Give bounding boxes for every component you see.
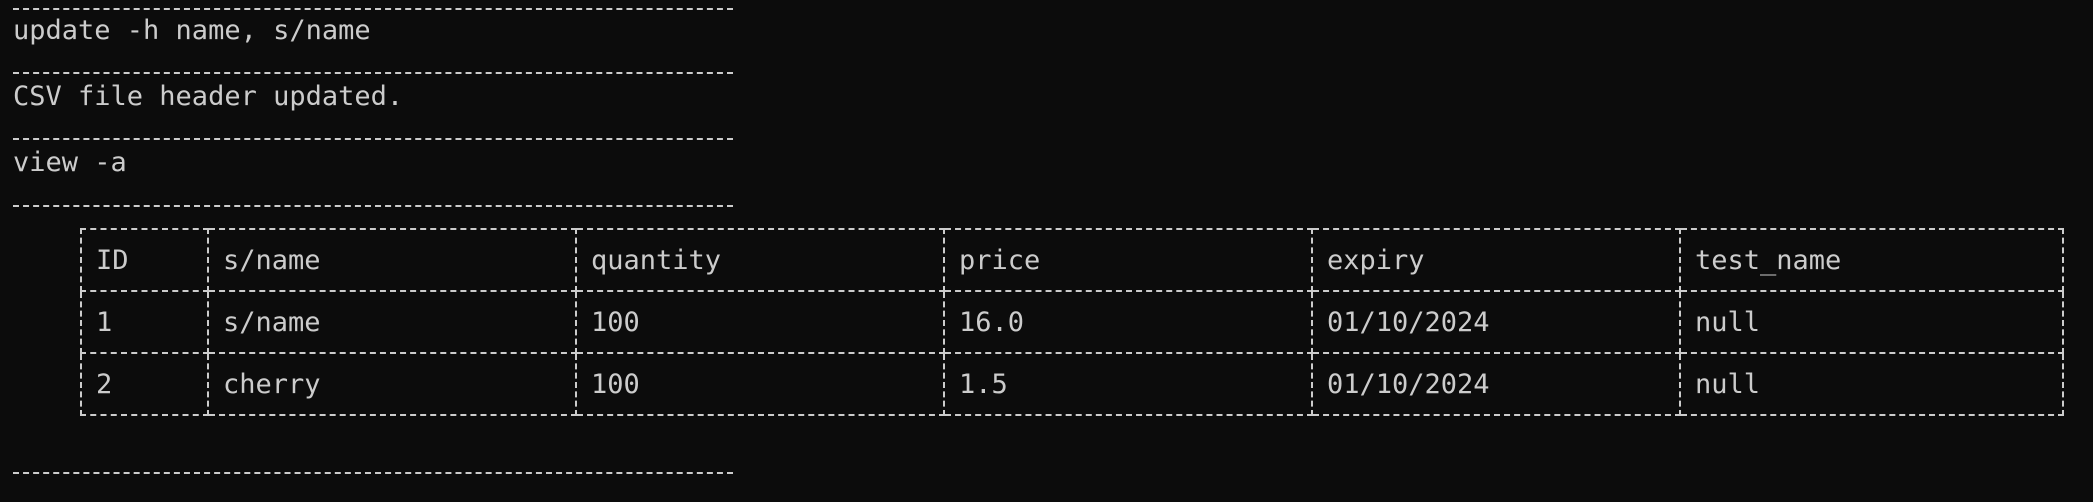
cell-id: 2	[80, 352, 209, 416]
separator-line	[13, 472, 733, 474]
cell-test-name: null	[1679, 352, 2064, 416]
separator-line	[13, 205, 733, 207]
cell-id: 1	[80, 290, 209, 354]
column-header-test-name: test_name	[1679, 228, 2064, 292]
table-row: 2 cherry 100 1.5 01/10/2024 null	[80, 352, 2064, 416]
cell-test-name: null	[1679, 290, 2064, 354]
separator-line	[13, 8, 733, 10]
column-header-name: s/name	[207, 228, 577, 292]
cell-quantity: 100	[575, 290, 945, 354]
cell-price: 16.0	[943, 290, 1313, 354]
cell-name: cherry	[207, 352, 577, 416]
cell-price: 1.5	[943, 352, 1313, 416]
cell-expiry: 01/10/2024	[1311, 352, 1681, 416]
column-header-quantity: quantity	[575, 228, 945, 292]
command-line-view: view -a	[13, 147, 127, 178]
terminal-window[interactable]: update -h name, s/name CSV file header u…	[0, 0, 2093, 502]
output-line-header-updated: CSV file header updated.	[13, 81, 404, 112]
cell-quantity: 100	[575, 352, 945, 416]
ascii-table: ID s/name quantity price expiry test_nam…	[80, 228, 2064, 416]
separator-line	[13, 138, 733, 140]
cell-name: s/name	[207, 290, 577, 354]
table-row: 1 s/name 100 16.0 01/10/2024 null	[80, 290, 2064, 354]
separator-line	[13, 72, 733, 74]
command-line-update: update -h name, s/name	[13, 15, 371, 46]
cell-expiry: 01/10/2024	[1311, 290, 1681, 354]
column-header-id: ID	[80, 228, 209, 292]
csv-table: ID s/name quantity price expiry test_nam…	[80, 228, 2064, 416]
column-header-price: price	[943, 228, 1313, 292]
column-header-expiry: expiry	[1311, 228, 1681, 292]
table-header-row: ID s/name quantity price expiry test_nam…	[80, 228, 2064, 292]
